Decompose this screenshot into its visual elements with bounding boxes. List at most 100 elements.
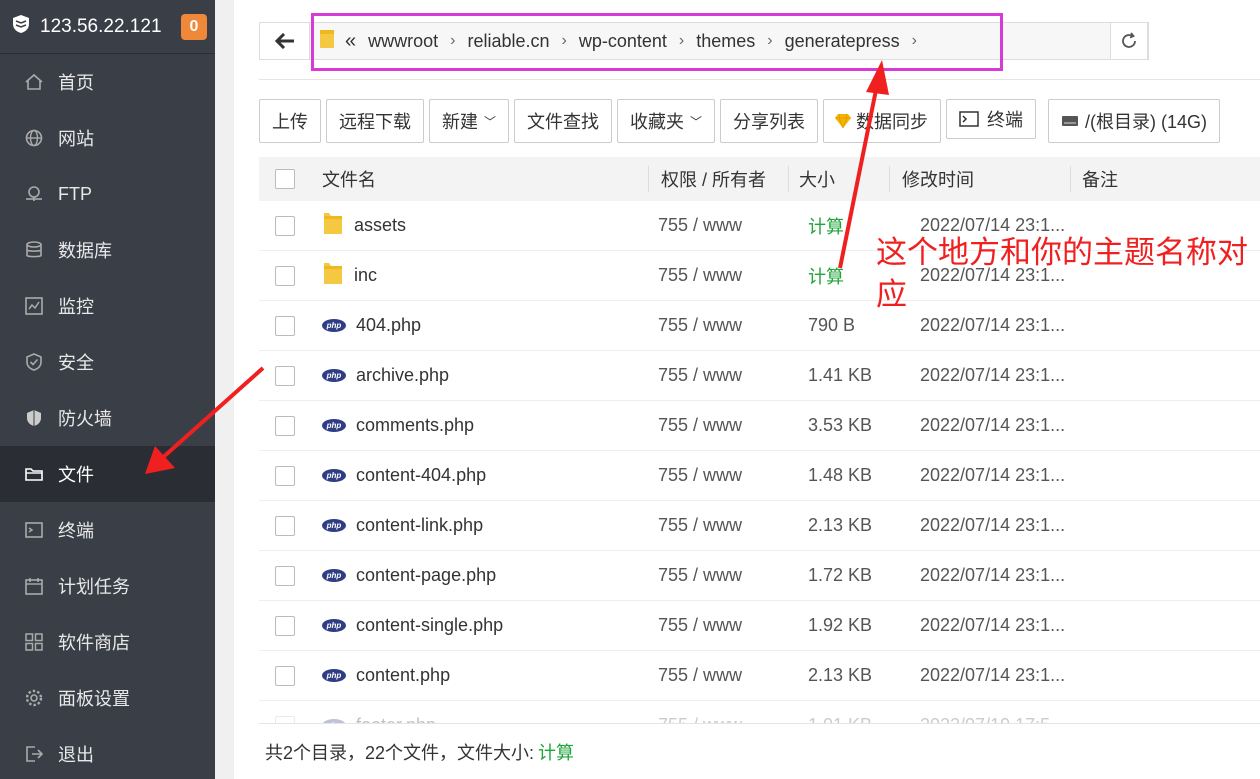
notification-badge[interactable]: 0 xyxy=(181,13,207,40)
refresh-icon xyxy=(1122,32,1136,48)
file-name-cell[interactable]: php content-single.php xyxy=(322,615,658,636)
file-name-cell[interactable]: phpfooter.php xyxy=(322,715,658,723)
php-file-icon: php xyxy=(322,319,346,332)
sidebar-item-9[interactable]: 计划任务 xyxy=(0,558,215,614)
file-name[interactable]: archive.php xyxy=(356,365,449,386)
breadcrumb-item[interactable]: generatepress xyxy=(785,31,900,52)
data-sync-button[interactable]: 数据同步 xyxy=(823,99,942,143)
header-mtime[interactable]: 修改时间 xyxy=(890,166,1070,192)
row-checkbox[interactable] xyxy=(275,515,295,536)
terminal-label: 终端 xyxy=(987,110,1024,130)
sidebar-item-8[interactable]: 终端 xyxy=(0,502,215,558)
file-name[interactable]: content-single.php xyxy=(356,615,503,636)
file-name-cell[interactable]: assets xyxy=(322,210,658,241)
table-row[interactable]: php content-page.php 755 / www 1.72 KB 2022/… xyxy=(259,551,1260,601)
sidebar-item-3[interactable]: 数据库 xyxy=(0,222,215,278)
file-perm[interactable]: 755 / www xyxy=(658,715,808,723)
select-all-checkbox[interactable] xyxy=(275,169,295,189)
breadcrumb[interactable]: « wwwroot › reliable.cn › wp-content › themes ›… xyxy=(310,23,1148,59)
back-button[interactable] xyxy=(260,23,310,59)
terminal-button[interactable]: 终端 xyxy=(946,99,1037,139)
upload-button[interactable]: 上传 xyxy=(259,99,321,143)
refresh-button[interactable] xyxy=(1110,22,1148,60)
favorites-button[interactable]: 收藏夹 ﹀ xyxy=(617,99,716,143)
breadcrumb-overflow[interactable]: « xyxy=(345,30,356,53)
file-name[interactable]: inc xyxy=(354,265,377,286)
breadcrumb-item[interactable]: reliable.cn xyxy=(467,31,549,52)
row-checkbox[interactable] xyxy=(275,415,295,436)
row-checkbox[interactable] xyxy=(275,665,295,686)
row-checkbox[interactable] xyxy=(275,315,295,336)
file-name[interactable]: content-404.php xyxy=(356,465,486,486)
sidebar-item-7[interactable]: 文件 xyxy=(0,446,215,502)
file-name-cell[interactable]: inc xyxy=(322,260,658,291)
footer-calc-link[interactable]: 计算 xyxy=(538,739,574,765)
header-size[interactable]: 大小 xyxy=(789,166,889,192)
file-perm[interactable]: 755 / www xyxy=(658,415,808,436)
breadcrumb-item[interactable]: themes xyxy=(696,31,755,52)
remote-download-button[interactable]: 远程下载 xyxy=(326,99,424,143)
file-name[interactable]: content.php xyxy=(356,665,450,686)
sidebar-item-5[interactable]: 安全 xyxy=(0,334,215,390)
row-checkbox[interactable] xyxy=(275,365,295,386)
share-list-button[interactable]: 分享列表 xyxy=(720,99,819,143)
file-perm[interactable]: 755 / www xyxy=(658,515,808,536)
sidebar-item-label: 退出 xyxy=(58,745,94,765)
file-perm[interactable]: 755 / www xyxy=(658,665,808,686)
file-perm[interactable]: 755 / www xyxy=(658,565,808,586)
php-file-icon: php xyxy=(322,619,346,632)
file-name[interactable]: 404.php xyxy=(356,315,421,336)
table-row[interactable]: php content-404.php 755 / www 1.48 KB 2022/0… xyxy=(259,451,1260,501)
file-name-cell[interactable]: php 404.php xyxy=(322,315,658,336)
file-name[interactable]: content-link.php xyxy=(356,515,483,536)
disk-button[interactable]: /(根目录) (14G) xyxy=(1048,99,1221,143)
header-note[interactable]: 备注 xyxy=(1071,166,1260,192)
row-checkbox[interactable] xyxy=(275,465,295,486)
file-name[interactable]: content-page.php xyxy=(356,565,496,586)
file-perm[interactable]: 755 / www xyxy=(658,215,808,236)
folder-icon xyxy=(319,29,335,54)
sidebar-item-2[interactable]: FTP xyxy=(0,166,215,222)
file-name-cell[interactable]: php content-page.php xyxy=(322,565,658,586)
row-select-cell xyxy=(259,365,322,386)
file-perm[interactable]: 755 / www xyxy=(658,365,808,386)
file-name-cell[interactable]: php content-404.php xyxy=(322,465,658,486)
file-name[interactable]: assets xyxy=(354,215,406,236)
table-row[interactable]: phpfooter.php755 / www1.01 KB2022/07/19 … xyxy=(259,701,1260,723)
file-name[interactable]: footer.php xyxy=(356,715,436,723)
breadcrumb-item[interactable]: wwwroot xyxy=(368,31,438,52)
file-name-cell[interactable]: php content.php xyxy=(322,665,658,686)
row-checkbox[interactable] xyxy=(275,615,295,636)
row-checkbox[interactable] xyxy=(275,265,295,286)
sidebar-item-12[interactable]: 退出 xyxy=(0,726,215,779)
file-name-cell[interactable]: php archive.php xyxy=(322,365,658,386)
header-perm[interactable]: 权限 / 所有者 xyxy=(649,166,788,192)
file-name[interactable]: comments.php xyxy=(356,415,474,436)
sidebar-item-11[interactable]: 面板设置 xyxy=(0,670,215,726)
sidebar-item-10[interactable]: 软件商店 xyxy=(0,614,215,670)
breadcrumb-item[interactable]: wp-content xyxy=(579,31,667,52)
file-perm[interactable]: 755 / www xyxy=(658,615,808,636)
file-size: 2.13 KB xyxy=(808,665,873,685)
table-row[interactable]: php archive.php 755 / www 1.41 KB 2022/07/14… xyxy=(259,351,1260,401)
sidebar-item-6[interactable]: 防火墙 xyxy=(0,390,215,446)
sidebar-item-0[interactable]: 首页 xyxy=(0,54,215,110)
row-checkbox[interactable] xyxy=(275,715,295,723)
table-row[interactable]: php content-link.php 755 / www 2.13 KB 2022/… xyxy=(259,501,1260,551)
file-perm[interactable]: 755 / www xyxy=(658,465,808,486)
file-name-cell[interactable]: php comments.php xyxy=(322,415,658,436)
table-row[interactable]: php content-single.php 755 / www 1.92 KB 202… xyxy=(259,601,1260,651)
header-name[interactable]: 文件名 xyxy=(322,166,648,192)
sidebar-item-4[interactable]: 监控 xyxy=(0,278,215,334)
grid-icon xyxy=(24,632,44,652)
table-row[interactable]: php comments.php 755 / www 3.53 KB 2022/07/1… xyxy=(259,401,1260,451)
row-checkbox[interactable] xyxy=(275,565,295,586)
sidebar-item-1[interactable]: 网站 xyxy=(0,110,215,166)
table-row[interactable]: php content.php 755 / www 2.13 KB 2022/07/14… xyxy=(259,651,1260,701)
new-button[interactable]: 新建 ﹀ xyxy=(429,99,510,143)
file-name-cell[interactable]: php content-link.php xyxy=(322,515,658,536)
row-checkbox[interactable] xyxy=(275,215,295,236)
file-search-button[interactable]: 文件查找 xyxy=(514,99,613,143)
file-perm[interactable]: 755 / www xyxy=(658,265,808,286)
file-perm[interactable]: 755 / www xyxy=(658,315,808,336)
